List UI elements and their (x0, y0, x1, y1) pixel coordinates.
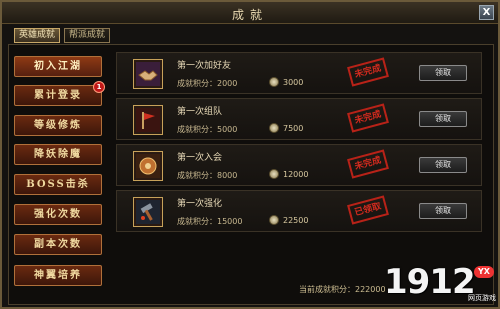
achievement-points: 成就积分：2000 (177, 79, 238, 88)
claim-button[interactable]: 领取 (419, 157, 467, 173)
achievement-points: 成就积分：5000 (177, 125, 238, 134)
menu-item-dungeon[interactable]: 副本次数 (14, 234, 102, 255)
achievement-title: 第一次入会 (177, 153, 223, 163)
coin-icon (269, 123, 279, 133)
title-bar[interactable]: 成就 X (2, 2, 498, 24)
total-points: 当前成就积分：222000 (299, 285, 386, 294)
menu-item-login[interactable]: 累计登录 1 (14, 81, 105, 106)
menu-item-first-steps[interactable]: 初入江湖 (14, 56, 102, 77)
list-item: 第一次组队 成就积分：5000 7500 未完成 领取 (116, 98, 482, 140)
menu-item-boss[interactable]: BOSS击杀 (14, 174, 102, 195)
status-stamp: 未完成 (347, 149, 389, 179)
menu-item-wings[interactable]: 神翼培养 (14, 265, 102, 286)
menu-item-level[interactable]: 等级修炼 (14, 115, 102, 136)
site-logo: 1912 YX 网页游戏 (384, 262, 496, 302)
achievement-points: 成就积分：15000 (177, 217, 243, 226)
claim-button[interactable]: 领取 (419, 203, 467, 219)
list-item: 第一次加好友 成就积分：2000 3000 未完成 领取 (116, 52, 482, 94)
coin-value: 3000 (283, 78, 304, 87)
forge-hammer-icon (133, 197, 163, 227)
claim-button[interactable]: 领取 (419, 111, 467, 127)
coin-icon (269, 169, 279, 179)
coin-value: 7500 (283, 124, 304, 133)
status-stamp: 已领取 (347, 195, 389, 225)
coin-icon (269, 77, 279, 87)
guild-emblem-icon (133, 151, 163, 181)
achievement-title: 第一次加好友 (177, 61, 232, 71)
tab-hero-achievements[interactable]: 英雄成就 (14, 28, 60, 43)
achievement-title: 第一次强化 (177, 199, 223, 209)
coin-value: 22500 (283, 216, 309, 225)
list-item: 第一次入会 成就积分：8000 12000 未完成 领取 (116, 144, 482, 186)
team-flag-icon (133, 105, 163, 135)
notification-badge: 1 (93, 81, 105, 93)
tab-guild-achievements[interactable]: 帮派成就 (64, 28, 110, 43)
status-stamp: 未完成 (347, 103, 389, 133)
handshake-icon (133, 59, 163, 89)
menu-item-enhance[interactable]: 强化次数 (14, 204, 102, 225)
achievement-points: 成就积分：8000 (177, 171, 238, 180)
menu-item-demon[interactable]: 降妖除魔 (14, 144, 102, 165)
achievement-title: 第一次组队 (177, 107, 223, 117)
window-title: 成就 (231, 8, 268, 22)
category-menu: 初入江湖 累计登录 1 等级修炼 降妖除魔 BOSS击杀 强化次数 副本次数 神翼… (10, 52, 106, 298)
coin-icon (269, 215, 279, 225)
claim-button[interactable]: 领取 (419, 65, 467, 81)
status-stamp: 未完成 (347, 57, 389, 87)
close-button[interactable]: X (479, 5, 494, 20)
list-item: 第一次强化 成就积分：15000 22500 已领取 领取 (116, 190, 482, 232)
coin-value: 12000 (283, 170, 309, 179)
